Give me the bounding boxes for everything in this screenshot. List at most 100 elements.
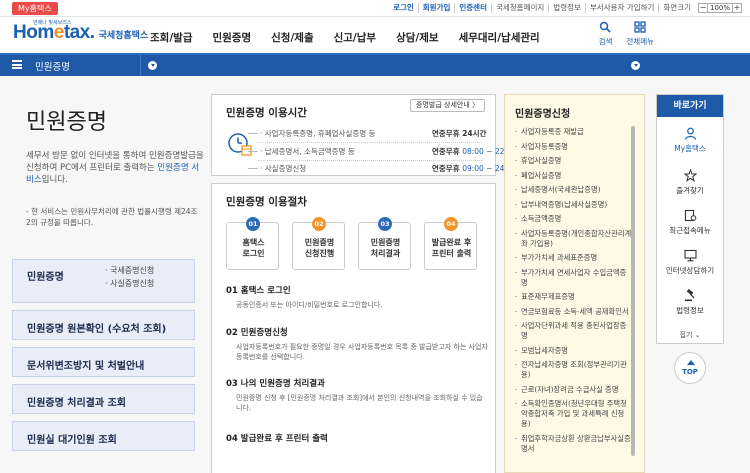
menu-label: 민원증명 bbox=[27, 272, 64, 283]
list-item[interactable]: 취업후학자금상환 상환금납부사실증명서 bbox=[515, 434, 632, 454]
list-item[interactable]: 사업자등록증명 bbox=[515, 142, 632, 152]
menu-process-result[interactable]: 민원증명 처리결과 조회 bbox=[12, 384, 195, 414]
hamburger-icon[interactable] bbox=[12, 60, 22, 69]
step-card: 04 발급완료 후 프린터 출력 bbox=[424, 217, 477, 270]
quick-law-info[interactable]: 법령정보 bbox=[657, 289, 723, 316]
cert-center-link[interactable]: 인증센터 bbox=[455, 3, 492, 13]
list-item[interactable]: 부가가치세 면세사업자 수입금액증명 bbox=[515, 268, 632, 288]
breadcrumb-dropdown-icon[interactable] bbox=[148, 61, 157, 70]
list-item[interactable]: 사업자등록증명(개인종합자산관리계좌 가입용) bbox=[515, 229, 632, 249]
list-item[interactable]: 전자납세자증명 조회(정부관리기관용) bbox=[515, 360, 632, 380]
my-hometax-tag[interactable]: My홈택스 bbox=[12, 2, 58, 15]
all-menu-button[interactable]: 전체메뉴 bbox=[626, 21, 654, 47]
step-number: 01 bbox=[246, 217, 260, 231]
page-description: 세무서 방문 없이 인터넷을 통하여 민원증명발급을 신청하여 PC에서 프린터… bbox=[26, 151, 204, 185]
list-item[interactable]: 근로(자녀)장려금 수급사실 증명 bbox=[515, 385, 632, 395]
nav-inquiry-issue[interactable]: 조회/발급 bbox=[150, 30, 192, 45]
hours-row-label: 납세증명서, 소득금액증명 등 bbox=[260, 146, 355, 157]
nav-tax-agent[interactable]: 세무대리/납세관리 bbox=[459, 30, 540, 45]
step-number: 02 bbox=[312, 217, 326, 231]
login-link[interactable]: 로그인 bbox=[389, 3, 419, 13]
quick-item-label: 인터넷상담하기 bbox=[665, 266, 715, 275]
list-item[interactable]: 휴업사실증명 bbox=[515, 156, 632, 166]
menu-waiting-count[interactable]: 민원실 대기인원 조회 bbox=[12, 421, 195, 451]
list-item[interactable]: 사업자단위과세 적용 종된사업장증명 bbox=[515, 321, 632, 341]
breadcrumb-title: 민원증명 bbox=[35, 62, 70, 73]
step-text: 발급완료 후 프린터 출력 bbox=[431, 238, 472, 258]
process-item-title: 03 나의 민원증명 처리결과 bbox=[226, 379, 325, 389]
search-button[interactable]: 검색 bbox=[598, 21, 613, 47]
sub-national-tax-cert[interactable]: · 국세증명신청 bbox=[105, 264, 154, 277]
list-item[interactable]: 소득금액증명 bbox=[515, 214, 632, 224]
nav-apply-submit[interactable]: 신청/제출 bbox=[271, 30, 313, 45]
quick-recent-menu[interactable]: 최근접속메뉴 bbox=[657, 209, 723, 236]
process-item-desc: 민원증명 신청 후 [민원증명 처리결과 조회]에서 본인의 신청내역을 조회하… bbox=[236, 394, 483, 412]
hometax-logo[interactable]: 언제나 빛세브리스 Hometax. 국세청홈택스 bbox=[13, 20, 148, 44]
breadcrumb-divider bbox=[140, 55, 141, 76]
step-text: 홈택스 로그인 bbox=[242, 238, 265, 258]
recent-menu-icon bbox=[684, 209, 696, 222]
process-steps: 01 홈택스 로그인 02 민원증명 신청진행 03 민원증명 처리결과 04 발급완… bbox=[226, 217, 477, 270]
header-icons: 검색 전체메뉴 bbox=[599, 21, 654, 47]
list-item[interactable]: 연금보험료등 소득·세액 공제확인서 bbox=[515, 307, 632, 317]
issue-guide-button[interactable]: 증명발급 상세안내 〉 bbox=[410, 99, 485, 112]
quick-collapse-button[interactable]: 접기 ⌄ bbox=[657, 330, 723, 340]
search-label: 검색 bbox=[598, 37, 613, 46]
quick-my-hometax[interactable]: My홈택스 bbox=[657, 127, 723, 154]
sub-fact-cert[interactable]: · 사실증명신청 bbox=[105, 277, 154, 290]
apply-list-title: 민원증명신청 bbox=[515, 109, 571, 120]
row-divider bbox=[258, 142, 482, 143]
hours-row: 사실증명신청 연중무휴 09:00 ~ 24:00 bbox=[248, 163, 517, 175]
up-arrow-icon bbox=[687, 360, 695, 365]
top-label: TOP bbox=[682, 368, 698, 376]
apply-list: 사업자등록증 재발급 사업자등록증명 휴업사실증명 폐업사실증명 납세증명서(국… bbox=[515, 127, 632, 458]
quick-menu-header: 바로가기 bbox=[657, 95, 723, 117]
quick-menu: 바로가기 My홈택스 즐겨찾기 최근접속메뉴 인터넷상담하기 법령정보 접기 ⌄ bbox=[656, 94, 724, 344]
nav-civil-certificate[interactable]: 민원증명 bbox=[212, 30, 251, 45]
nav-consult-report[interactable]: 상담/제보 bbox=[396, 30, 438, 45]
zoom-out-button[interactable]: − bbox=[698, 3, 708, 13]
list-item[interactable]: 모범납세자증명 bbox=[515, 346, 632, 356]
apply-list-panel: 민원증명신청 사업자등록증 재발급 사업자등록증명 휴업사실증명 폐업사실증명 … bbox=[504, 94, 645, 473]
monitor-icon bbox=[683, 249, 697, 262]
apply-list-scrollbar[interactable] bbox=[631, 126, 635, 456]
step-card: 02 민원증명 신청진행 bbox=[292, 217, 345, 270]
quick-favorites[interactable]: 즐겨찾기 bbox=[657, 169, 723, 196]
star-icon bbox=[683, 169, 697, 182]
law-info-link[interactable]: 법령정보 bbox=[549, 3, 586, 13]
list-item[interactable]: 소득확인증명서(청년우대형 주택청약종합저축 가입 및 과세특례 신청용) bbox=[515, 399, 632, 429]
step-number: 04 bbox=[444, 217, 458, 231]
list-item[interactable]: 부가가치세 과세표준증명 bbox=[515, 253, 632, 263]
quick-item-label: 즐겨찾기 bbox=[676, 186, 704, 195]
quick-item-label: My홈택스 bbox=[674, 144, 706, 153]
breadcrumb-bar: 민원증명 bbox=[0, 53, 750, 76]
zoom-in-button[interactable]: + bbox=[732, 3, 742, 13]
step-number: 03 bbox=[378, 217, 392, 231]
logo-slogan: 언제나 빛세브리스 bbox=[33, 20, 72, 26]
hours-row-time: 연중무휴 24시간 bbox=[432, 129, 487, 138]
process-item: 02 민원증명신청 사업자등록번호가 필요한 증명일 경우 사업자등록번호 목록… bbox=[226, 326, 488, 362]
nts-homepage-link[interactable]: 국세청홈페이지 bbox=[492, 3, 550, 13]
quick-online-consult[interactable]: 인터넷상담하기 bbox=[657, 249, 723, 276]
hours-title: 민원증명 이용시간 bbox=[226, 107, 307, 119]
list-item[interactable]: 표준재무제표증명 bbox=[515, 292, 632, 302]
breadcrumb-dropdown-icon-right[interactable] bbox=[631, 61, 640, 70]
nav-report-pay[interactable]: 신고/납부 bbox=[334, 30, 376, 45]
list-item[interactable]: 폐업사실증명 bbox=[515, 171, 632, 181]
menu-label: 민원증명 처리결과 조회 bbox=[27, 398, 126, 409]
hours-row-label: 사실증명신청 bbox=[260, 163, 306, 174]
list-item[interactable]: 납부내역증명(납세사실증명) bbox=[515, 200, 632, 210]
hours-row: 사업자등록증명, 휴폐업사실증명 등 연중무휴 24시간 bbox=[248, 128, 488, 140]
signup-link[interactable]: 회원가입 bbox=[419, 3, 456, 13]
scroll-top-button[interactable]: TOP bbox=[674, 352, 706, 384]
step-card: 03 민원증명 처리결과 bbox=[358, 217, 411, 270]
menu-civil-certificate[interactable]: 민원증명 · 국세증명신청 · 사실증명신청 bbox=[12, 259, 195, 303]
step-text: 민원증명 처리결과 bbox=[370, 238, 401, 258]
list-item[interactable]: 사업자등록증 재발급 bbox=[515, 127, 632, 137]
dept-user-signup-link[interactable]: 부서사용자 가입하기 bbox=[586, 3, 660, 13]
left-panel: 민원증명 세무서 방문 없이 인터넷을 통하여 민원증명발급을 신청하여 PC에… bbox=[12, 76, 204, 473]
list-item[interactable]: 납세증명서(국세완납증명) bbox=[515, 185, 632, 195]
menu-original-check[interactable]: 민원증명 원본확인 (수요처 조회) bbox=[12, 310, 195, 340]
person-icon bbox=[684, 127, 696, 140]
menu-forgery-prevention[interactable]: 문서위변조방지 및 처벌안내 bbox=[12, 347, 195, 377]
